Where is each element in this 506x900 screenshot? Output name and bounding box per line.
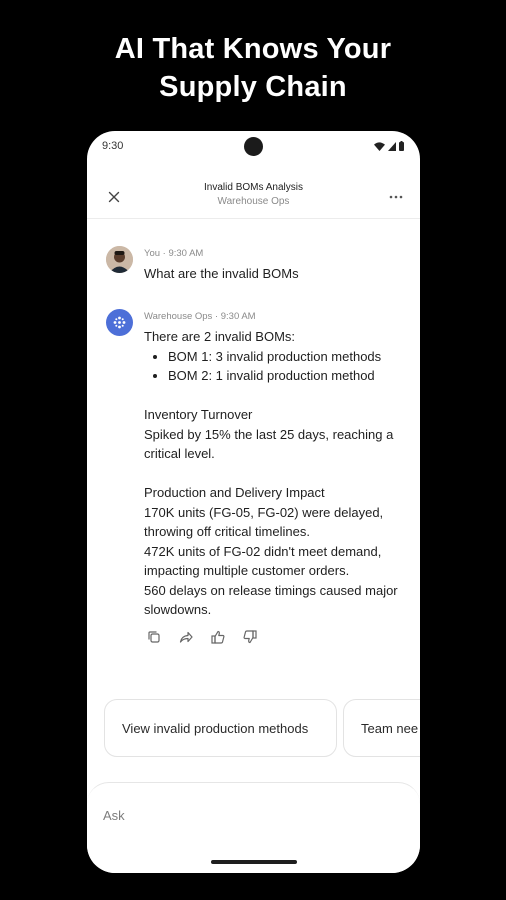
thumbs-down-icon (243, 630, 257, 644)
camera-cutout (244, 137, 263, 156)
battery-icon (399, 141, 404, 151)
thumbs-down-button[interactable] (240, 627, 260, 647)
ask-input[interactable] (103, 803, 393, 827)
bom-list-item: BOM 2: 1 invalid production method (168, 366, 406, 386)
chat-subtitle: Warehouse Ops (217, 196, 290, 207)
more-horizontal-icon (389, 195, 403, 199)
impact-line: 472K units of FG-02 didn't meet demand, … (144, 543, 382, 579)
person-avatar-icon (106, 246, 133, 273)
assistant-avatar (106, 309, 133, 336)
copy-button[interactable] (144, 627, 164, 647)
assistant-intro: There are 2 invalid BOMs: (144, 329, 296, 344)
user-avatar (106, 246, 133, 273)
assistant-message: Warehouse Ops · 9:30 AM There are 2 inva… (106, 309, 406, 629)
bom-list-item: BOM 1: 3 invalid production methods (168, 347, 406, 367)
headline-line-1: AI That Knows Your (114, 33, 392, 65)
suggestion-chip-team[interactable]: Team nee (343, 699, 420, 757)
grid-dots-icon (113, 316, 126, 329)
share-icon (179, 631, 193, 643)
phone-frame: 9:30 Invalid BOMs Analysis Warehouse Ops (87, 131, 420, 873)
app-bar: Invalid BOMs Analysis Warehouse Ops (87, 175, 420, 219)
impact-line: 170K units (FG-05, FG-02) were delayed, … (144, 504, 384, 540)
assistant-message-meta: Warehouse Ops · 9:30 AM (144, 311, 256, 322)
user-message: You · 9:30 AM What are the invalid BOMs (106, 246, 406, 296)
more-button[interactable] (386, 187, 406, 207)
thumbs-up-button[interactable] (208, 627, 228, 647)
promo-headline: AI That Knows Your Supply Chain (0, 30, 506, 106)
user-message-meta: You · 9:30 AM (144, 248, 204, 259)
home-indicator[interactable] (211, 860, 297, 864)
suggestion-chip-view-invalid-methods[interactable]: View invalid production methods (104, 699, 337, 757)
share-button[interactable] (176, 627, 196, 647)
impact-heading: Production and Delivery Impact (144, 485, 325, 500)
inventory-text: Spiked by 15% the last 25 days, reaching… (144, 426, 394, 462)
suggestion-chips: View invalid production methods Team nee (104, 699, 420, 757)
user-message-text: What are the invalid BOMs (144, 266, 299, 281)
bom-list: BOM 1: 3 invalid production methods BOM … (144, 347, 406, 386)
chat-title: Invalid BOMs Analysis (204, 182, 303, 193)
copy-icon (148, 631, 160, 643)
headline-line-2: Supply Chain (159, 71, 347, 103)
status-icons (374, 141, 404, 151)
inventory-heading: Inventory Turnover (144, 407, 253, 422)
message-actions (144, 627, 260, 647)
thumbs-up-icon (211, 630, 225, 644)
status-time: 9:30 (102, 140, 124, 152)
impact-line: 560 delays on release timings caused maj… (144, 582, 398, 618)
signal-icon (388, 141, 396, 151)
status-bar: 9:30 (87, 131, 420, 163)
assistant-message-body: There are 2 invalid BOMs: BOM 1: 3 inval… (144, 327, 406, 620)
wifi-icon (374, 141, 385, 151)
